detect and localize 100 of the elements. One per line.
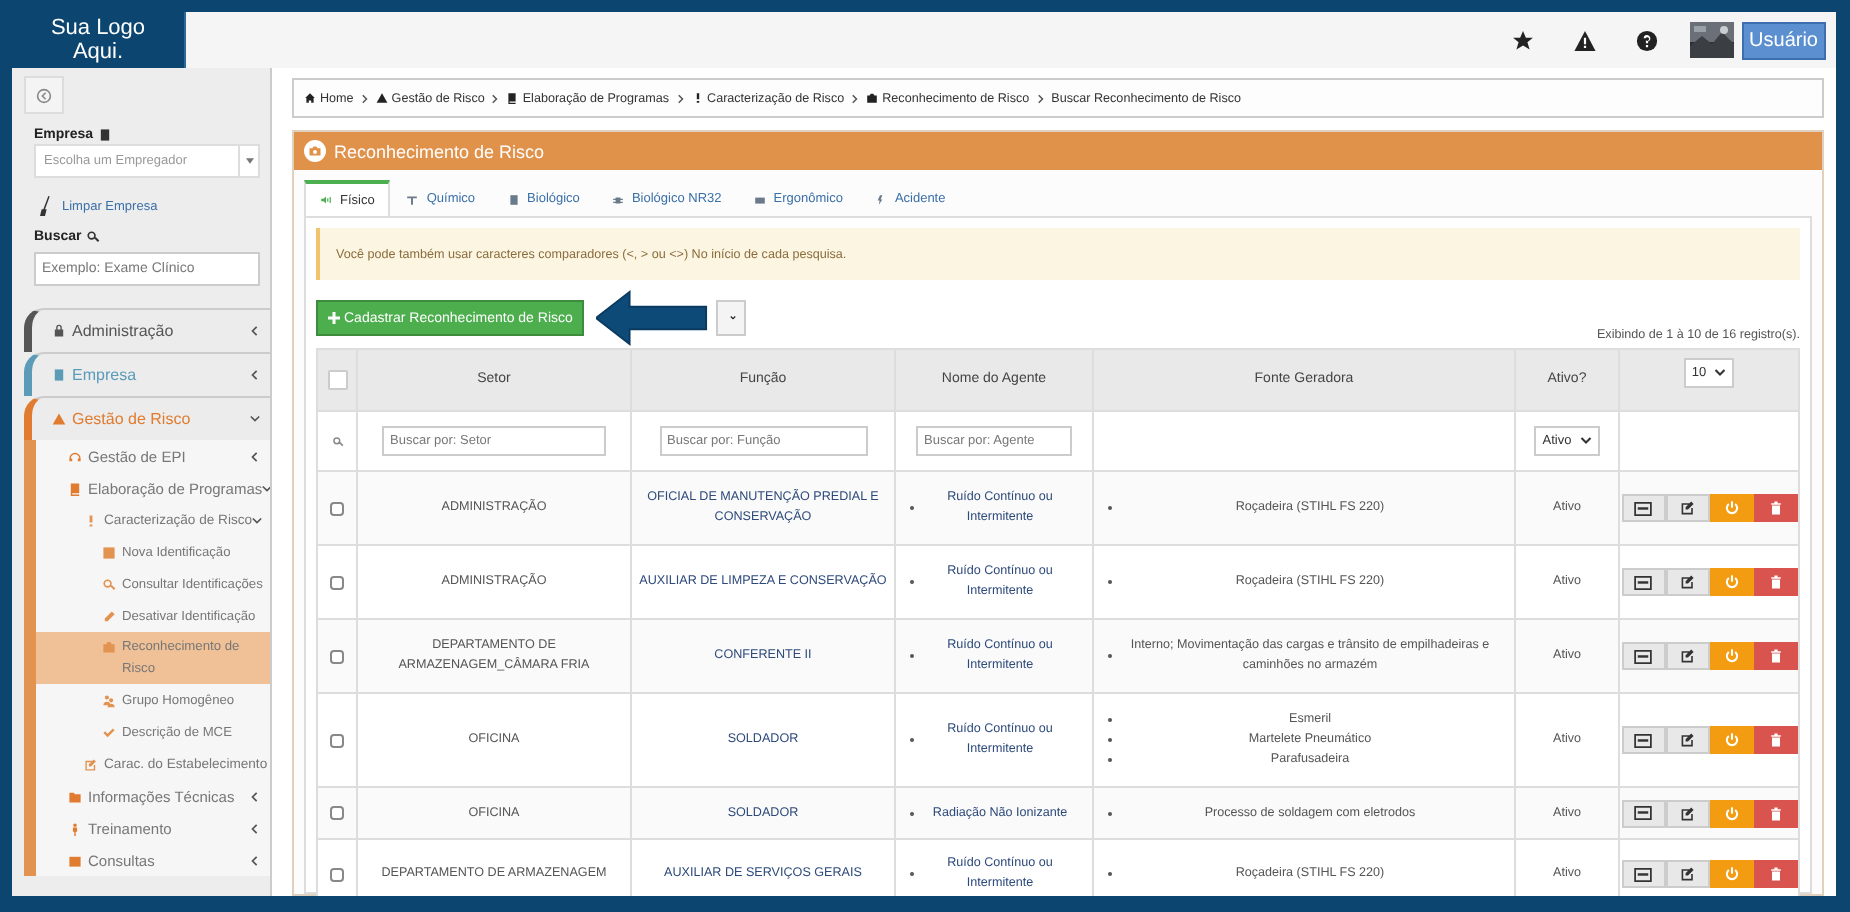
menu-item[interactable]: Gestão de Risco	[24, 396, 270, 440]
chevron-icon	[262, 483, 270, 493]
delete-button[interactable]	[1753, 494, 1797, 522]
card-icon	[1634, 733, 1652, 747]
card-icon	[1634, 806, 1652, 820]
warning-icon[interactable]	[1573, 29, 1596, 51]
user-button[interactable]: Usuário	[1741, 21, 1826, 59]
edit-icon	[1679, 574, 1695, 590]
chevron-icon	[250, 791, 260, 801]
logo-text: Sua Logo Aqui.	[12, 12, 186, 68]
card-icon	[1634, 867, 1652, 881]
view-button[interactable]	[1621, 568, 1665, 596]
home-icon	[304, 92, 316, 104]
edit-button[interactable]	[1665, 726, 1709, 754]
trash-icon	[1767, 648, 1783, 664]
star-icon[interactable]	[1511, 29, 1534, 51]
book-icon	[506, 92, 519, 104]
power-icon	[1723, 500, 1739, 516]
panel-title: Reconhecimento de Risco	[334, 141, 545, 161]
delete-button[interactable]	[1753, 568, 1797, 596]
folder-icon	[68, 789, 82, 803]
view-button[interactable]	[1621, 494, 1665, 522]
lock-icon	[52, 324, 66, 338]
edit-icon	[1679, 805, 1695, 821]
menu-item[interactable]: Empresa	[24, 352, 270, 396]
pencil-icon	[102, 609, 116, 623]
chevron-icon	[361, 93, 368, 103]
caret-icon	[1579, 436, 1592, 446]
book-icon	[68, 481, 82, 495]
edit-button[interactable]	[1665, 799, 1709, 827]
trash-icon	[1767, 500, 1783, 516]
power-icon	[1723, 648, 1739, 664]
search-icon	[85, 230, 100, 244]
view-button[interactable]	[1621, 799, 1665, 827]
card-icon	[1634, 501, 1652, 515]
chevron-icon	[677, 93, 684, 103]
pointer-arrow	[596, 288, 708, 348]
person-icon	[68, 821, 82, 835]
view-button[interactable]	[1621, 860, 1665, 888]
row-checkbox[interactable]	[330, 733, 344, 747]
power-icon	[1723, 805, 1739, 821]
card-icon	[1634, 575, 1652, 589]
trash-icon	[1767, 732, 1783, 748]
caret-icon	[1714, 368, 1727, 378]
edit-button[interactable]	[1665, 642, 1709, 670]
chevron-icon	[1037, 93, 1044, 103]
edit-icon	[1679, 732, 1695, 748]
caret-icon	[245, 158, 253, 164]
chevron-icon	[250, 823, 260, 833]
delete-button[interactable]	[1753, 726, 1797, 754]
warning-icon	[52, 412, 66, 426]
exclamation-icon	[691, 92, 704, 104]
delete-button[interactable]	[1753, 799, 1797, 827]
row-checkbox[interactable]	[330, 501, 344, 515]
flask-icon	[406, 193, 419, 205]
row-checkbox[interactable]	[330, 867, 344, 881]
bolt-icon	[874, 193, 887, 205]
trash-icon	[1767, 574, 1783, 590]
row-checkbox[interactable]	[330, 649, 344, 663]
headset-icon	[68, 449, 82, 463]
speaker-icon	[320, 194, 332, 206]
menu-item[interactable]: Administração	[24, 308, 270, 352]
chevron-icon	[250, 370, 260, 380]
chevron-icon	[852, 93, 859, 103]
warning-icon	[375, 92, 388, 104]
power-icon	[1723, 866, 1739, 882]
select-all-checkbox[interactable]	[327, 370, 347, 390]
edit-icon	[1679, 500, 1695, 516]
chevron-icon	[492, 93, 499, 103]
edit-button[interactable]	[1665, 568, 1709, 596]
search-icon	[102, 577, 116, 591]
collapse-button[interactable]	[24, 76, 64, 114]
back-icon	[36, 87, 52, 103]
row-checkbox[interactable]	[330, 575, 344, 589]
delete-button[interactable]	[1753, 860, 1797, 888]
delete-button[interactable]	[1753, 642, 1797, 670]
users-icon	[102, 693, 116, 707]
edit-icon	[1679, 648, 1695, 664]
chevron-icon	[252, 515, 263, 525]
trash-icon	[1767, 805, 1783, 821]
trash-icon	[1767, 866, 1783, 882]
power-icon	[1723, 732, 1739, 748]
view-button[interactable]	[1621, 726, 1665, 754]
search-icon	[331, 435, 343, 447]
card-icon	[1634, 649, 1652, 663]
chevron-icon	[250, 414, 260, 424]
chevron-icon	[250, 451, 260, 461]
view-button[interactable]	[1621, 642, 1665, 670]
broom-icon	[40, 196, 50, 216]
row-checkbox[interactable]	[330, 806, 344, 820]
edit-button[interactable]	[1665, 494, 1709, 522]
chevron-icon	[250, 855, 260, 865]
exclamation-icon	[84, 513, 98, 527]
edit-icon	[1679, 866, 1695, 882]
edit-icon	[84, 757, 98, 771]
edit-button[interactable]	[1665, 860, 1709, 888]
check-icon	[102, 725, 116, 739]
help-icon[interactable]	[1635, 29, 1658, 51]
power-icon	[1723, 574, 1739, 590]
chevron-icon	[250, 326, 260, 336]
